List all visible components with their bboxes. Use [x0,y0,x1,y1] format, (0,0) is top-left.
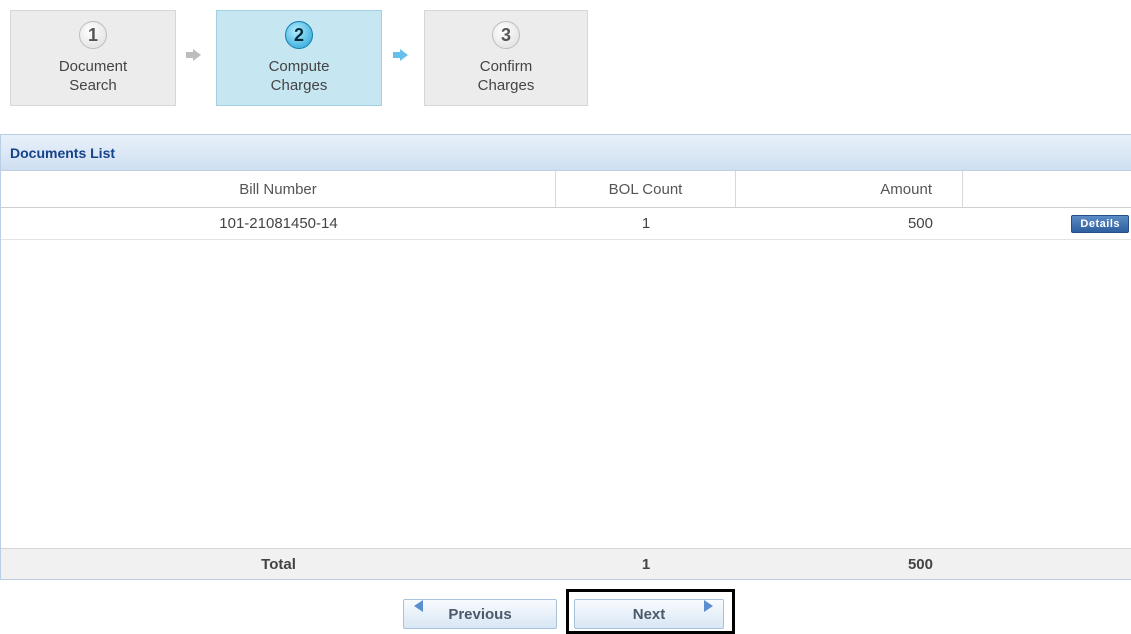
total-amount: 500 [907,555,933,573]
step-label: Confirm Charges [477,58,535,94]
step-number-1: 1 [79,21,107,49]
total-label: Total [261,555,296,573]
previous-button[interactable]: Previous [403,599,557,629]
next-button[interactable]: Next [574,599,724,629]
arrow-right-icon [704,600,713,612]
arrow-left-icon [414,600,423,612]
step-number-2: 2 [285,21,313,49]
total-bol-count: 1 [641,555,651,573]
cell-bol-count: 1 [641,215,651,232]
step-arrow-icon [186,49,202,61]
step-label: Document Search [58,58,128,94]
column-header-actions [963,171,1131,207]
cell-actions: Details [963,208,1131,239]
documents-list-panel: Documents List Bill Number BOL Count Amo… [0,134,1131,580]
grid-header: Bill Number BOL Count Amount [1,171,1131,208]
column-header-bill-number[interactable]: Bill Number [1,171,556,207]
grid-total-row: Total 1 500 [1,548,1131,579]
step-confirm-charges[interactable]: 3 Confirm Charges [424,10,588,106]
panel-title: Documents List [1,135,1131,171]
step-number-3: 3 [492,21,520,49]
table-row[interactable]: 101-21081450-14 1 500 Details [1,208,1131,240]
step-document-search[interactable]: 1 Document Search [10,10,176,106]
previous-button-label: Previous [448,605,512,623]
next-button-label: Next [632,605,666,623]
details-button[interactable]: Details [1071,214,1129,233]
column-header-bol-count[interactable]: BOL Count [556,171,736,207]
step-arrow-icon [393,49,409,61]
cell-bill-number: 101-21081450-14 [219,215,338,232]
step-label: Compute Charges [268,58,330,94]
step-compute-charges[interactable]: 2 Compute Charges [216,10,382,106]
column-header-amount[interactable]: Amount [736,171,963,207]
cell-amount: 500 [907,215,933,232]
